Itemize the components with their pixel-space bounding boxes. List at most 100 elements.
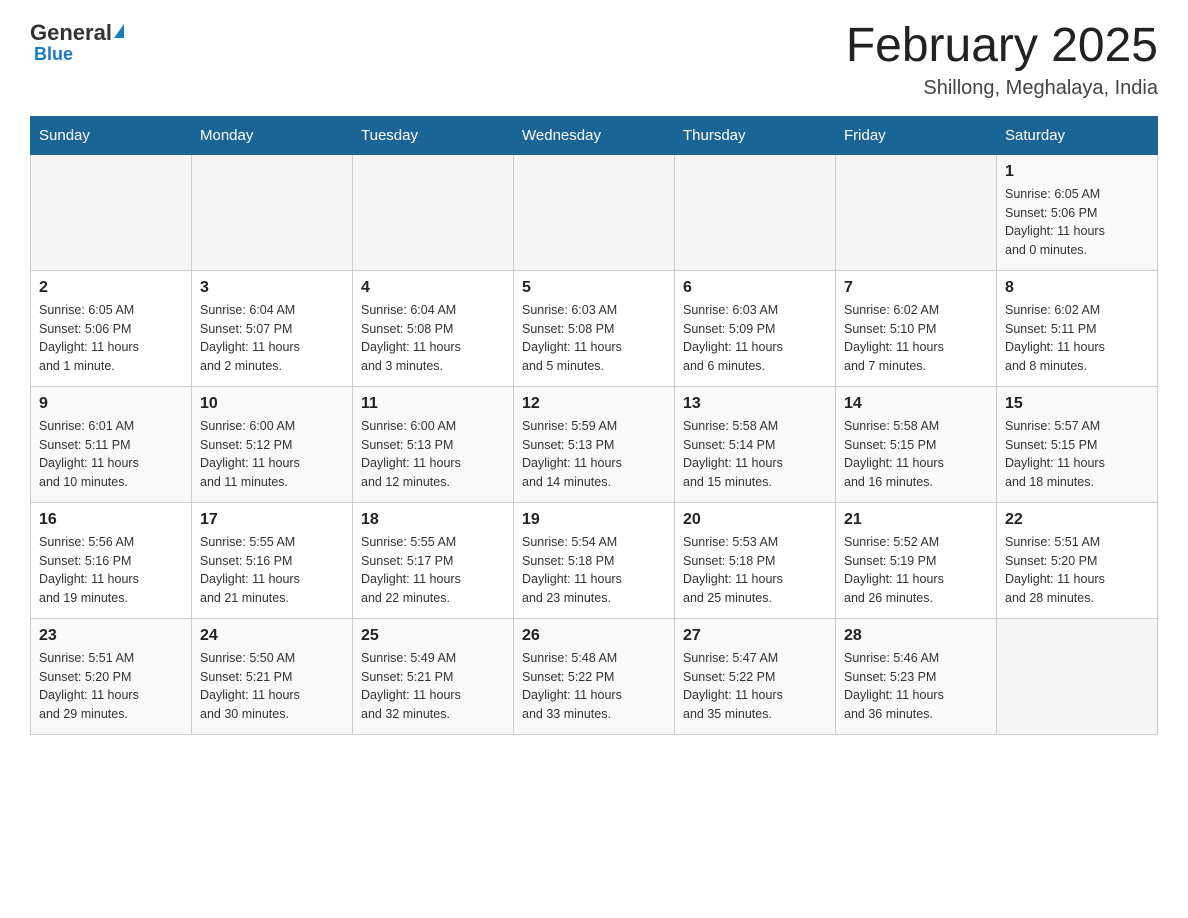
day-info: Sunrise: 5:49 AMSunset: 5:21 PMDaylight:…: [361, 649, 505, 724]
day-info: Sunrise: 6:05 AMSunset: 5:06 PMDaylight:…: [39, 301, 183, 376]
calendar-cell: 28 Sunrise: 5:46 AMSunset: 5:23 PMDayligh…: [836, 618, 997, 734]
day-number: 22: [1005, 511, 1149, 529]
logo: General Blue: [30, 20, 124, 65]
week-row-3: 9Sunrise: 6:01 AMSunset: 5:11 PMDaylight…: [31, 386, 1158, 502]
week-row-1: 1 Sunrise: 6:05 AMSunset: 5:06 PMDaylight…: [31, 154, 1158, 270]
logo-general: General: [30, 20, 112, 46]
day-number: 1: [1005, 163, 1149, 181]
day-number: 13: [683, 395, 827, 413]
calendar-cell: [836, 154, 997, 270]
day-number: 4: [361, 279, 505, 297]
calendar-cell: 25 Sunrise: 5:49 AMSunset: 5:21 PMDayligh…: [353, 618, 514, 734]
calendar-cell: 12Sunrise: 5:59 AMSunset: 5:13 PMDayligh…: [514, 386, 675, 502]
day-info: Sunrise: 5:46 AMSunset: 5:23 PMDaylight:…: [844, 649, 988, 724]
calendar-cell: 22Sunrise: 5:51 AMSunset: 5:20 PMDayligh…: [997, 502, 1158, 618]
calendar-cell: [997, 618, 1158, 734]
day-number: 28: [844, 627, 988, 645]
calendar-cell: 2 Sunrise: 6:05 AMSunset: 5:06 PMDaylight…: [31, 270, 192, 386]
day-info: Sunrise: 6:05 AMSunset: 5:06 PMDaylight:…: [1005, 185, 1149, 260]
calendar-cell: 3 Sunrise: 6:04 AMSunset: 5:07 PMDaylight…: [192, 270, 353, 386]
calendar-cell: 10 Sunrise: 6:00 AMSunset: 5:12 PMDayligh…: [192, 386, 353, 502]
day-number: 20: [683, 511, 827, 529]
day-info: Sunrise: 6:00 AMSunset: 5:13 PMDaylight:…: [361, 417, 505, 492]
location-title: Shillong, Meghalaya, India: [846, 77, 1158, 100]
header-row: SundayMondayTuesdayWednesdayThursdayFrid…: [31, 116, 1158, 154]
day-number: 5: [522, 279, 666, 297]
calendar-cell: [514, 154, 675, 270]
day-info: Sunrise: 5:47 AMSunset: 5:22 PMDaylight:…: [683, 649, 827, 724]
day-number: 16: [39, 511, 183, 529]
calendar-cell: 5 Sunrise: 6:03 AMSunset: 5:08 PMDaylight…: [514, 270, 675, 386]
day-number: 21: [844, 511, 988, 529]
day-info: Sunrise: 5:54 AMSunset: 5:18 PMDaylight:…: [522, 533, 666, 608]
day-number: 9: [39, 395, 183, 413]
day-info: Sunrise: 6:03 AMSunset: 5:09 PMDaylight:…: [683, 301, 827, 376]
day-number: 2: [39, 279, 183, 297]
day-number: 15: [1005, 395, 1149, 413]
calendar-cell: 4Sunrise: 6:04 AMSunset: 5:08 PMDaylight…: [353, 270, 514, 386]
calendar-cell: 9Sunrise: 6:01 AMSunset: 5:11 PMDaylight…: [31, 386, 192, 502]
day-number: 6: [683, 279, 827, 297]
calendar-table: SundayMondayTuesdayWednesdayThursdayFrid…: [30, 116, 1158, 735]
weekday-header-tuesday: Tuesday: [353, 116, 514, 154]
day-info: Sunrise: 5:56 AMSunset: 5:16 PMDaylight:…: [39, 533, 183, 608]
logo-triangle-icon: [114, 24, 124, 38]
calendar-cell: [31, 154, 192, 270]
day-info: Sunrise: 5:48 AMSunset: 5:22 PMDaylight:…: [522, 649, 666, 724]
week-row-5: 23 Sunrise: 5:51 AMSunset: 5:20 PMDayligh…: [31, 618, 1158, 734]
calendar-cell: [353, 154, 514, 270]
day-info: Sunrise: 5:55 AMSunset: 5:17 PMDaylight:…: [361, 533, 505, 608]
calendar-cell: 21Sunrise: 5:52 AMSunset: 5:19 PMDayligh…: [836, 502, 997, 618]
weekday-header-wednesday: Wednesday: [514, 116, 675, 154]
calendar-cell: 26 Sunrise: 5:48 AMSunset: 5:22 PMDayligh…: [514, 618, 675, 734]
day-number: 26: [522, 627, 666, 645]
day-number: 23: [39, 627, 183, 645]
calendar-cell: 19 Sunrise: 5:54 AMSunset: 5:18 PMDayligh…: [514, 502, 675, 618]
calendar-cell: 18 Sunrise: 5:55 AMSunset: 5:17 PMDayligh…: [353, 502, 514, 618]
day-number: 17: [200, 511, 344, 529]
logo-blue-text: Blue: [34, 44, 73, 65]
day-number: 10: [200, 395, 344, 413]
day-info: Sunrise: 6:00 AMSunset: 5:12 PMDaylight:…: [200, 417, 344, 492]
day-info: Sunrise: 5:58 AMSunset: 5:14 PMDaylight:…: [683, 417, 827, 492]
day-number: 8: [1005, 279, 1149, 297]
calendar-cell: 7Sunrise: 6:02 AMSunset: 5:10 PMDaylight…: [836, 270, 997, 386]
calendar-cell: 20 Sunrise: 5:53 AMSunset: 5:18 PMDayligh…: [675, 502, 836, 618]
calendar-cell: 15 Sunrise: 5:57 AMSunset: 5:15 PMDayligh…: [997, 386, 1158, 502]
weekday-header-thursday: Thursday: [675, 116, 836, 154]
calendar-cell: 16 Sunrise: 5:56 AMSunset: 5:16 PMDayligh…: [31, 502, 192, 618]
page-header: General Blue February 2025 Shillong, Meg…: [30, 20, 1158, 100]
day-number: 7: [844, 279, 988, 297]
calendar-cell: 17 Sunrise: 5:55 AMSunset: 5:16 PMDayligh…: [192, 502, 353, 618]
day-info: Sunrise: 6:02 AMSunset: 5:11 PMDaylight:…: [1005, 301, 1149, 376]
calendar-cell: [192, 154, 353, 270]
title-block: February 2025 Shillong, Meghalaya, India: [846, 20, 1158, 100]
calendar-cell: 13 Sunrise: 5:58 AMSunset: 5:14 PMDayligh…: [675, 386, 836, 502]
day-info: Sunrise: 6:04 AMSunset: 5:07 PMDaylight:…: [200, 301, 344, 376]
week-row-4: 16 Sunrise: 5:56 AMSunset: 5:16 PMDayligh…: [31, 502, 1158, 618]
day-info: Sunrise: 5:55 AMSunset: 5:16 PMDaylight:…: [200, 533, 344, 608]
day-number: 12: [522, 395, 666, 413]
day-info: Sunrise: 5:50 AMSunset: 5:21 PMDaylight:…: [200, 649, 344, 724]
day-number: 19: [522, 511, 666, 529]
day-number: 18: [361, 511, 505, 529]
weekday-header-saturday: Saturday: [997, 116, 1158, 154]
day-info: Sunrise: 5:57 AMSunset: 5:15 PMDaylight:…: [1005, 417, 1149, 492]
day-info: Sunrise: 5:51 AMSunset: 5:20 PMDaylight:…: [39, 649, 183, 724]
calendar-cell: 8 Sunrise: 6:02 AMSunset: 5:11 PMDaylight…: [997, 270, 1158, 386]
day-info: Sunrise: 6:03 AMSunset: 5:08 PMDaylight:…: [522, 301, 666, 376]
week-row-2: 2 Sunrise: 6:05 AMSunset: 5:06 PMDaylight…: [31, 270, 1158, 386]
month-title: February 2025: [846, 20, 1158, 73]
day-number: 11: [361, 395, 505, 413]
calendar-cell: 14Sunrise: 5:58 AMSunset: 5:15 PMDayligh…: [836, 386, 997, 502]
calendar-cell: 1 Sunrise: 6:05 AMSunset: 5:06 PMDaylight…: [997, 154, 1158, 270]
calendar-cell: 24Sunrise: 5:50 AMSunset: 5:21 PMDayligh…: [192, 618, 353, 734]
weekday-header-sunday: Sunday: [31, 116, 192, 154]
day-number: 3: [200, 279, 344, 297]
day-info: Sunrise: 5:53 AMSunset: 5:18 PMDaylight:…: [683, 533, 827, 608]
weekday-header-friday: Friday: [836, 116, 997, 154]
day-number: 25: [361, 627, 505, 645]
day-info: Sunrise: 5:58 AMSunset: 5:15 PMDaylight:…: [844, 417, 988, 492]
calendar-cell: 6 Sunrise: 6:03 AMSunset: 5:09 PMDaylight…: [675, 270, 836, 386]
weekday-header-monday: Monday: [192, 116, 353, 154]
